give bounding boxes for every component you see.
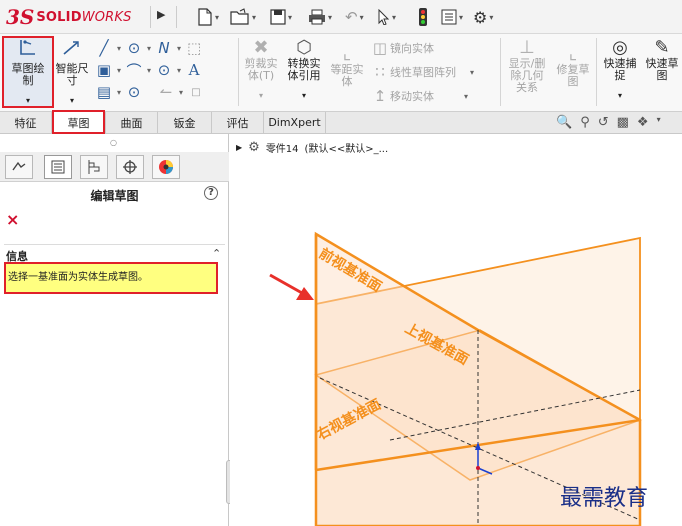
reference-planes-drawing: 前视基准面 上视基准面 右视基准面 (269, 231, 642, 526)
tab-sheet-metal[interactable]: 钣金 (158, 112, 212, 133)
divider (176, 6, 177, 28)
title-bar: 3S SOLIDWORKS ▶ ▾ ▾ ▾ ▾ ↶ ▾ ▾ ▾ ⚙ ▾ (0, 0, 682, 34)
text-icon[interactable]: A (184, 61, 204, 79)
tab-features[interactable]: 特征 (0, 112, 52, 133)
select-arrow-icon[interactable]: ▾ (378, 6, 402, 28)
chevron-down-icon[interactable]: ▾ (240, 90, 282, 102)
sketch-icon (4, 38, 52, 63)
property-manager-icon[interactable] (44, 155, 72, 179)
undo-icon[interactable]: ↶ ▾ (345, 6, 370, 28)
divider (150, 6, 151, 28)
quick-snaps-button[interactable]: ◎ 快速捕 捉 ▾ (598, 38, 642, 102)
sketch-tab-highlight (52, 110, 105, 134)
point-grid-icon[interactable]: ⬚ (184, 39, 204, 57)
ds-logo-icon: 3S (6, 5, 35, 29)
smart-dimension-icon (52, 38, 92, 63)
convert-icon: ⬡ (296, 37, 312, 58)
rapid-sketch-button[interactable]: ✎ 快速草 图 (642, 38, 682, 82)
open-folder-icon[interactable]: ▾ (230, 6, 262, 28)
arc-icon[interactable]: ⌒ (124, 60, 144, 81)
sketch-button[interactable]: 草图绘 制 ▾ (4, 38, 52, 107)
fillet-icon[interactable]: ↼ (156, 83, 176, 101)
help-icon[interactable]: ? (204, 186, 218, 200)
tab-dimxpert[interactable]: DimXpert (264, 112, 326, 133)
file-properties-icon[interactable]: ▾ (441, 6, 469, 28)
panel-title: 编辑草图 (90, 189, 139, 203)
cancel-close-icon[interactable]: × (6, 210, 19, 229)
tab-surfaces[interactable]: 曲面 (106, 112, 158, 133)
trim-icon: ✖ (253, 37, 269, 58)
info-message-box: 选择一基准面为实体生成草图。 (4, 262, 218, 294)
spline-icon[interactable]: N (154, 39, 174, 57)
solidworks-logo[interactable]: 3S SOLIDWORKS (6, 4, 148, 30)
feature-manager-tree-icon[interactable] (5, 155, 33, 179)
chevron-down-icon[interactable]: ▾ (4, 95, 52, 107)
polygon-icon[interactable]: ⊙ (154, 61, 174, 79)
mirror-entities-button[interactable]: ◫ 镜向实体 (370, 38, 494, 58)
previous-view-icon[interactable]: ↺ (598, 115, 609, 130)
circle-icon[interactable]: ⊙ (124, 39, 144, 57)
linear-sketch-pattern-button[interactable]: ∷ 线性草图阵列 ▾ (370, 62, 494, 82)
slot-icon[interactable]: ▤ (94, 83, 114, 101)
move-entities-button[interactable]: ↥ 移动实体 ▾ (370, 86, 494, 106)
origin-point[interactable] (476, 466, 480, 470)
repair-sketch-icon: ⌞ (568, 43, 578, 64)
brand-works-text: WORKS (81, 9, 132, 25)
panel-grip-icon[interactable]: ○ (110, 138, 117, 147)
collapse-chevron-icon[interactable]: ⌃ (212, 247, 221, 260)
print-icon[interactable]: ▾ (308, 6, 338, 28)
rapid-sketch-icon: ✎ (654, 37, 670, 58)
relations-icon: ⊥ (519, 37, 535, 58)
panel-tabs (0, 152, 229, 182)
line-icon[interactable]: ╱ (94, 39, 114, 57)
expand-menu-icon[interactable]: ▶ (157, 8, 165, 21)
trim-entities-button[interactable]: ✖ 剪裁实 体(T) ▾ (240, 38, 282, 102)
display-manager-icon[interactable] (152, 155, 180, 179)
convert-entities-button[interactable]: ⬡ 转换实 体引用 ▾ (282, 38, 326, 102)
options-gear-icon[interactable]: ⚙ ▾ (473, 6, 499, 28)
repair-sketch-button[interactable]: ⌞ 修复草 图 (552, 44, 594, 88)
configuration-manager-icon[interactable] (80, 155, 108, 179)
display-delete-relations-button[interactable]: ⊥ 显示/删 除几何 关系 (504, 38, 550, 94)
info-section-header[interactable]: 信息 ⌃ (4, 244, 225, 263)
new-document-icon[interactable]: ▾ (197, 6, 225, 28)
brand-solid-text: SOLID (36, 9, 82, 25)
command-manager-ribbon: 草图绘 制 ▾ 智能尺 寸 ▾ ╱ ▾ ⊙ ▾ N ▾ ⬚ ▣ ▾ ⌒ ▾ ⊙ ▾ A ▤ ▾… (0, 34, 682, 112)
offset-icon: ⌞ (342, 43, 352, 64)
linear-pattern-icon: ∷ (375, 63, 385, 81)
tab-evaluate[interactable]: 评估 (212, 112, 264, 133)
chevron-down-icon[interactable]: ▾ (282, 90, 326, 102)
zoom-to-fit-icon[interactable]: 🔍 (556, 115, 572, 130)
save-icon[interactable]: ▾ (270, 6, 298, 28)
rectangle-icon[interactable]: ▣ (94, 61, 114, 79)
section-view-icon[interactable]: ▩ (617, 115, 629, 130)
move-icon: ↥ (373, 87, 387, 105)
rebuild-traffic-light-icon[interactable] (418, 6, 428, 28)
view-orientation-icon[interactable]: ❖ (637, 115, 649, 130)
chevron-down-icon[interactable]: ▾ (598, 90, 642, 102)
chevron-down-icon[interactable]: ▾ (52, 95, 92, 107)
chevron-down-icon[interactable]: ▾ (657, 115, 661, 130)
annotation-arrow (269, 273, 303, 295)
info-message: 选择一基准面为实体生成草图。 (8, 272, 148, 283)
offset-entities-button[interactable]: ⌞ 等距实 体 (326, 44, 368, 88)
sketch-entity-tools: ╱ ▾ ⊙ ▾ N ▾ ⬚ ▣ ▾ ⌒ ▾ ⊙ ▾ A ▤ ▾ ⊙ ↼ ▾ □ (94, 38, 236, 102)
smart-dimension-button[interactable]: 智能尺 寸 ▾ (52, 38, 92, 107)
heads-up-view-toolbar: 🔍 ⚲ ↺ ▩ ❖ ▾ (556, 115, 661, 130)
watermark-text: 最需教育 (560, 486, 649, 511)
dimxpert-manager-icon[interactable] (116, 155, 144, 179)
ellipse-icon[interactable]: ⊙ (124, 83, 144, 101)
zoom-area-icon[interactable]: ⚲ (580, 115, 590, 130)
quick-snap-icon: ◎ (612, 37, 628, 58)
mirror-icon: ◫ (372, 39, 388, 57)
plane-icon[interactable]: □ (186, 87, 206, 98)
mirror-pattern-move-group: ◫ 镜向实体 ∷ 线性草图阵列 ▾ ↥ 移动实体 ▾ (370, 38, 494, 106)
